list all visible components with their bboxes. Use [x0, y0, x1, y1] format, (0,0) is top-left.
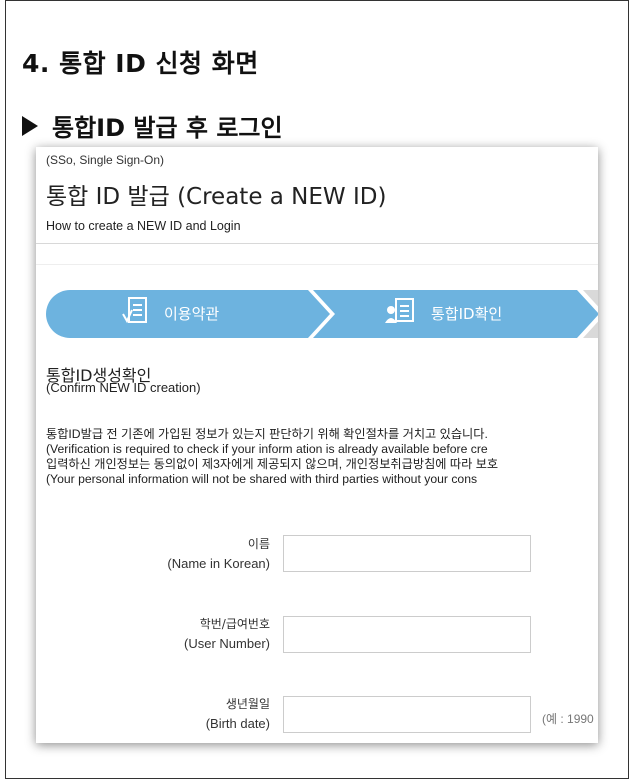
screenshot-panel: (SSo, Single Sign-On) 통합 ID 발급 (Create a…	[36, 147, 598, 743]
divider	[36, 264, 598, 265]
name-label: 이름 (Name in Korean)	[167, 537, 270, 571]
section-heading: 4. 통합 ID 신청 화면	[22, 49, 259, 78]
confirm-subtitle: (Confirm NEW ID creation)	[46, 380, 201, 395]
document-check-icon	[122, 297, 147, 324]
id-card-icon	[385, 298, 414, 323]
name-input[interactable]	[283, 535, 531, 572]
user-number-input[interactable]	[283, 616, 531, 653]
sso-label: (SSo, Single Sign-On)	[46, 153, 165, 167]
step-label-id-check: 통합ID확인	[431, 305, 503, 323]
notice-line: 입력하신 개인정보는 동의없이 제3자에게 제공되지 않으며, 개인정보취급방침…	[46, 457, 499, 471]
user-number-label: 학번/급여번호 (User Number)	[184, 617, 270, 651]
step-label-terms: 이용약관	[164, 305, 220, 323]
birth-date-label: 생년월일 (Birth date)	[205, 697, 270, 731]
page-title: 통합 ID 발급 (Create a NEW ID)	[46, 184, 387, 210]
progress-steps: 이용약관 통합ID확인	[46, 284, 598, 344]
birth-date-hint: (예 : 1990	[542, 712, 594, 726]
notice-line: (Verification is required to check if yo…	[46, 442, 488, 456]
subheading: 통합ID 발급 후 로그인	[22, 108, 283, 143]
notice-line: (Your personal information will not be s…	[46, 472, 478, 486]
howto-text: How to create a NEW ID and Login	[46, 219, 241, 233]
birth-date-input[interactable]	[283, 696, 531, 733]
notice-line: 통합ID발급 전 기존에 가입된 정보가 있는지 판단하기 위해 확인절차를 거…	[46, 427, 488, 441]
subheading-text: 통합ID 발급 후 로그인	[52, 114, 283, 142]
notice-text: 통합ID발급 전 기존에 가입된 정보가 있는지 판단하기 위해 확인절차를 거…	[46, 427, 498, 487]
divider	[36, 243, 598, 244]
triangle-bullet-icon	[22, 115, 38, 136]
